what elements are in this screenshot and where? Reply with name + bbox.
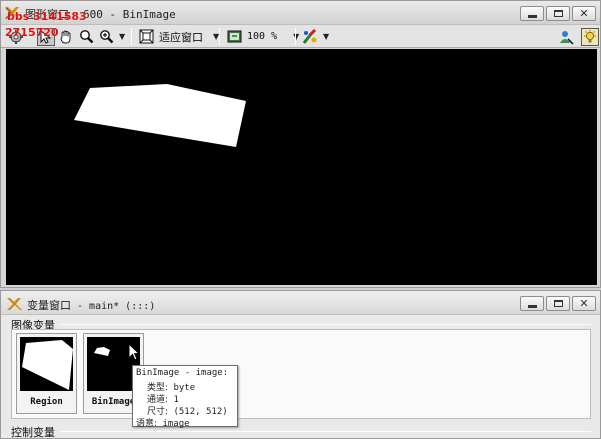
graphics-toolbar: ▼ 适应窗口 ▼ 100 % ▼ ▼ xyxy=(1,25,600,48)
zoom-percent-dropdown[interactable]: 100 % ▼ xyxy=(225,27,299,46)
minimize-icon xyxy=(527,304,537,308)
close-button[interactable]: ✕ xyxy=(572,6,596,21)
color-palette-icon xyxy=(301,28,319,46)
zoom-icon xyxy=(77,28,95,46)
zoom-in-icon xyxy=(97,28,115,46)
mouse-cursor-icon xyxy=(128,343,141,361)
thumbnail-region[interactable]: Region xyxy=(16,333,77,414)
section-divider xyxy=(61,431,591,432)
zoom-fit-label: 适应窗口 xyxy=(159,30,203,44)
maximize-icon xyxy=(553,10,563,17)
watermark-line2: 2715720 xyxy=(5,26,59,39)
region-thumbnail-image xyxy=(20,337,73,391)
graphics-window-buttons: ✕ xyxy=(520,6,596,21)
control-variables-label: 控制变量 xyxy=(11,426,55,439)
graphics-window: 图形窗口 600 - BinImage ✕ bbs 3141583 2715720 xyxy=(0,0,601,288)
maximize-button[interactable] xyxy=(546,296,570,311)
zoom-in-button[interactable]: ▼ xyxy=(97,27,125,46)
minimize-button[interactable] xyxy=(520,296,544,311)
screen: 图形窗口 600 - BinImage ✕ bbs 3141583 2715720 xyxy=(0,0,601,439)
zoom-in-dropdown-icon[interactable]: ▼ xyxy=(119,32,125,41)
graphics-canvas[interactable] xyxy=(6,49,597,285)
color-palette-dropdown-icon: ▼ xyxy=(323,32,330,41)
lightbulb-icon xyxy=(581,27,599,46)
zoom-fit-icon xyxy=(137,28,155,46)
toolbar-separator xyxy=(131,28,132,45)
graphics-window-titlebar[interactable]: 图形窗口 600 - BinImage ✕ xyxy=(1,1,600,25)
zoom-fit-dropdown[interactable]: 适应窗口 ▼ xyxy=(137,27,219,46)
thumbnail-caption: Region xyxy=(30,397,63,407)
close-button[interactable]: ✕ xyxy=(572,296,596,311)
halcon-app-icon xyxy=(7,298,22,310)
variable-window-title: 变量窗口 - main* (:::) xyxy=(27,299,156,312)
section-divider xyxy=(61,324,591,325)
zoom-percent-value: 100 % xyxy=(247,31,278,42)
watermark-line1: bbs 3141583 xyxy=(7,10,87,23)
close-icon: ✕ xyxy=(579,7,589,20)
toolbar-separator xyxy=(295,28,296,45)
zoom-button[interactable] xyxy=(77,27,95,46)
minimize-icon xyxy=(527,14,537,18)
variable-tooltip: BinImage - image: 类型: byte 通道: 1 尺寸: (51… xyxy=(132,365,238,429)
region-shape xyxy=(74,84,246,147)
image-properties-button[interactable] xyxy=(557,27,575,46)
hand-pan-button[interactable] xyxy=(57,27,75,46)
hand-pan-icon xyxy=(57,28,75,46)
variable-window: 变量窗口 - main* (:::) ✕ 图像变量 Region BinImag… xyxy=(0,290,601,439)
tooltip-header: BinImage - image: xyxy=(136,368,229,378)
variable-window-titlebar[interactable]: 变量窗口 - main* (:::) ✕ xyxy=(1,291,600,315)
variable-window-buttons: ✕ xyxy=(520,296,596,311)
zoom-percent-icon xyxy=(225,28,243,46)
maximize-button[interactable] xyxy=(546,6,570,21)
minimize-button[interactable] xyxy=(520,6,544,21)
close-icon: ✕ xyxy=(579,297,589,310)
maximize-icon xyxy=(553,300,563,307)
color-palette-dropdown[interactable]: ▼ xyxy=(301,27,329,46)
image-variables-panel: Region BinImage xyxy=(11,329,591,419)
image-properties-icon xyxy=(557,28,575,46)
tooltip-semantic-row: 语意: image xyxy=(136,419,190,429)
lightbulb-button[interactable] xyxy=(581,27,599,46)
toolbar-separator xyxy=(219,28,220,45)
